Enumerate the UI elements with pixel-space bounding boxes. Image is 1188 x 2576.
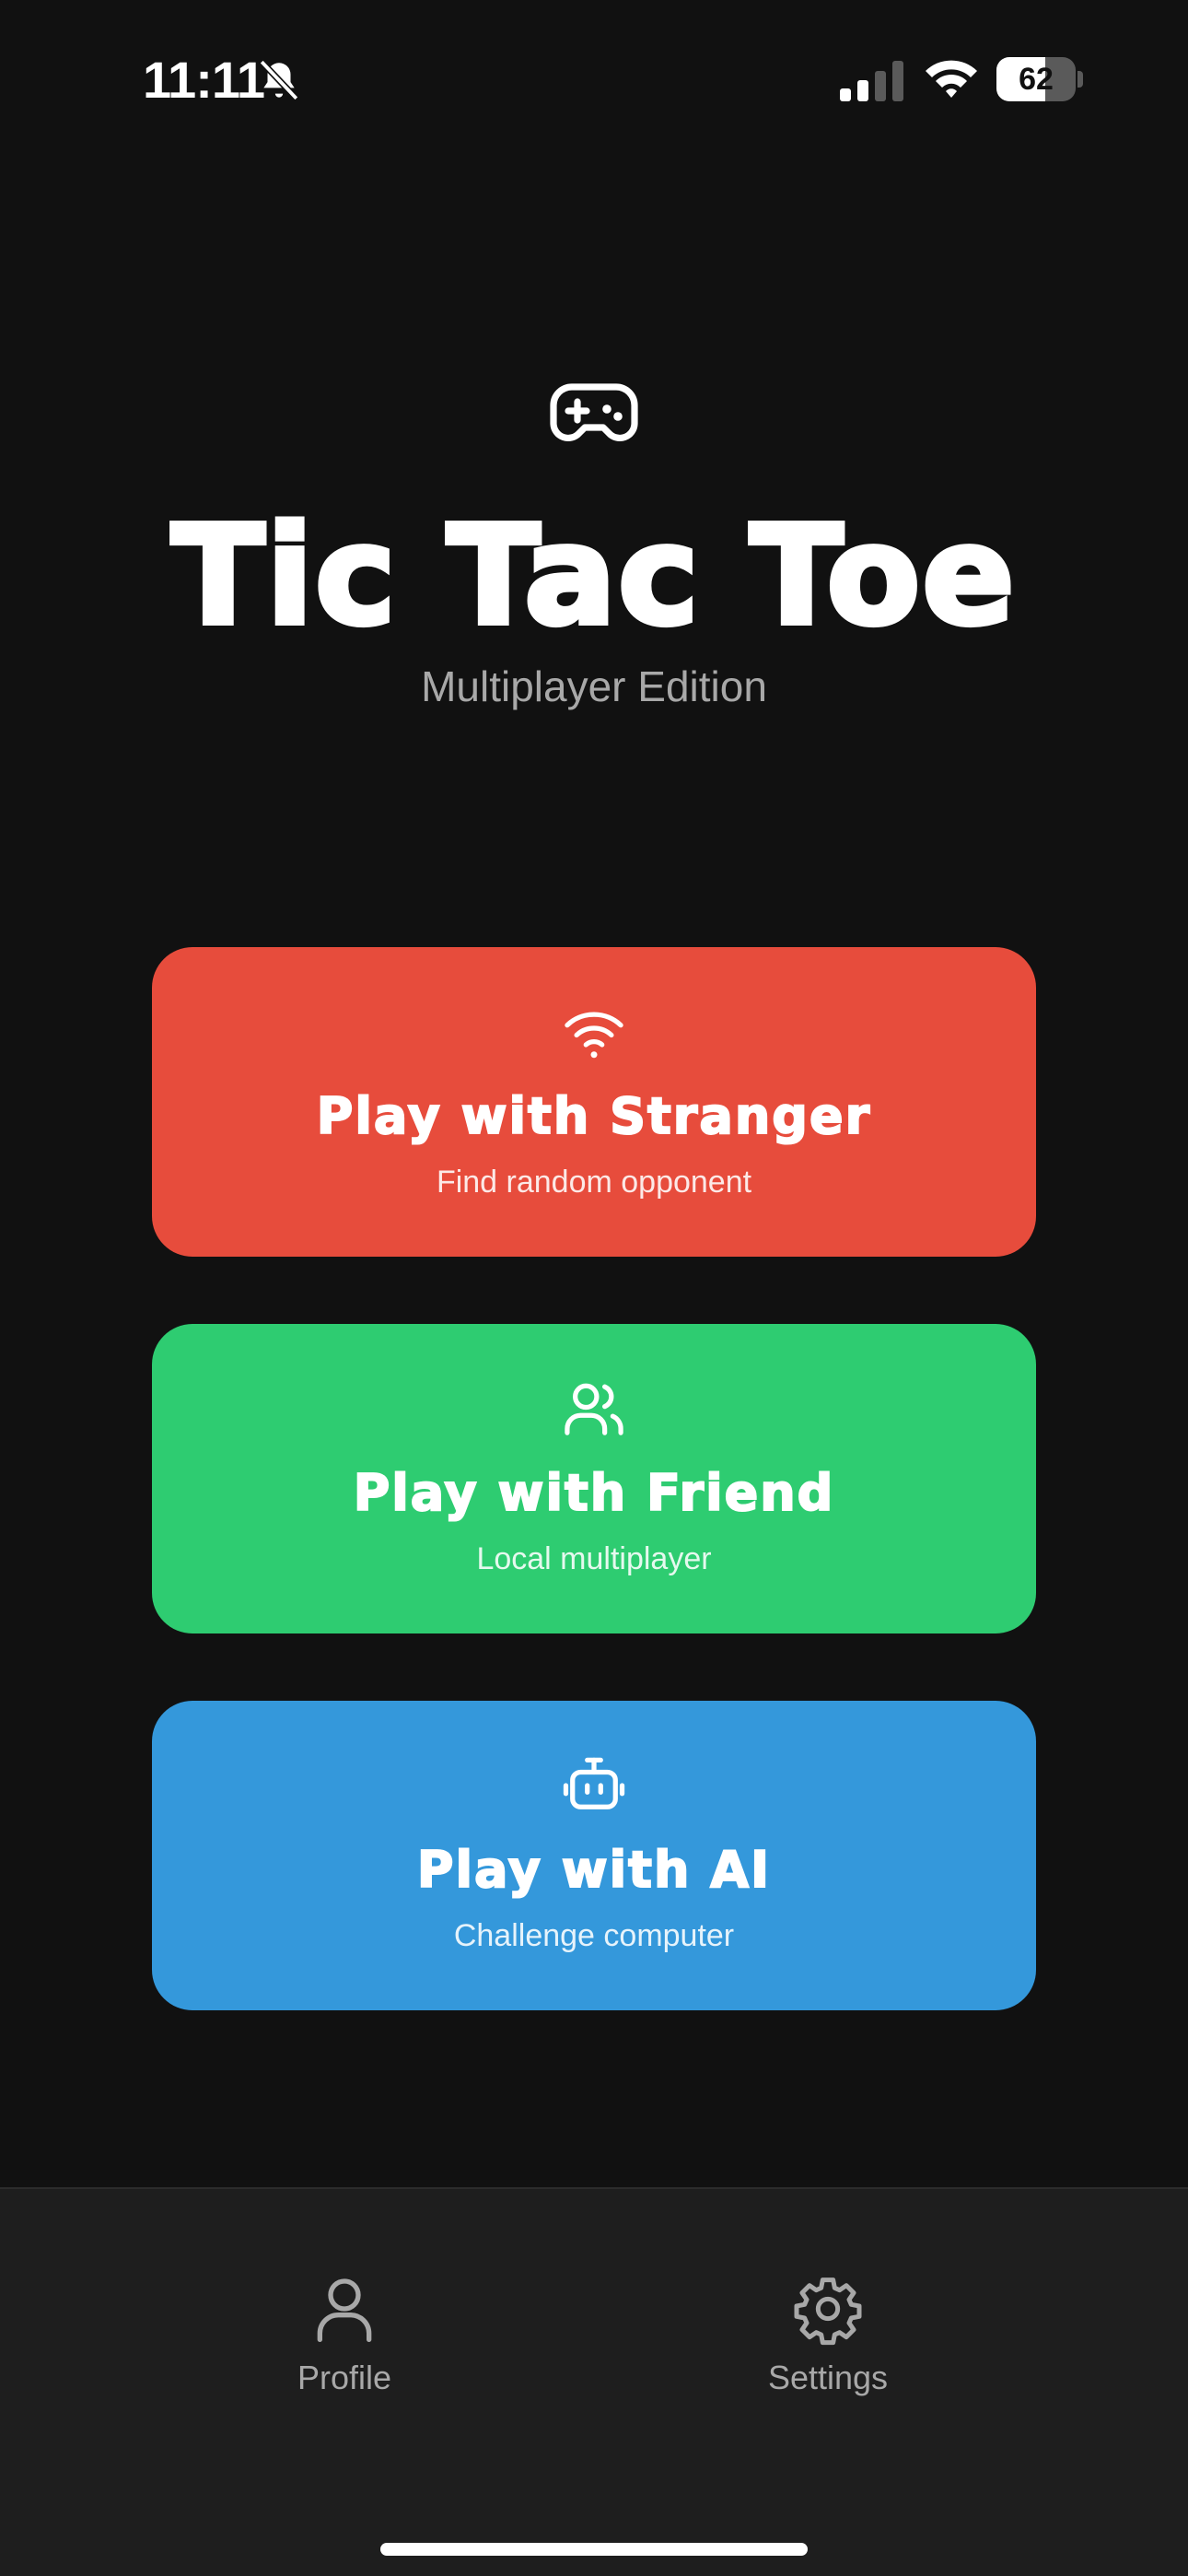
mode-label: Play with AI [416, 1840, 772, 1900]
status-time: 11:11 [143, 51, 265, 109]
bell-slash-icon [259, 59, 299, 101]
robot-icon [563, 1757, 625, 1809]
tab-settings[interactable]: Settings [717, 2272, 938, 2438]
play-with-stranger-button[interactable]: Play with Stranger Find random opponent [152, 947, 1036, 1257]
gear-icon [794, 2277, 862, 2346]
play-with-friend-button[interactable]: Play with Friend Local multiplayer [152, 1324, 1036, 1633]
app-title: Tic Tac Toe [169, 495, 1017, 657]
gamepad-icon [550, 383, 638, 442]
home-indicator[interactable] [380, 2543, 808, 2556]
user-icon [317, 2278, 372, 2342]
cellular-signal-icon [840, 61, 903, 101]
status-bar: 11:11 62 [0, 0, 1188, 157]
mode-sublabel: Challenge computer [453, 1918, 735, 1953]
tab-label: Settings [767, 2359, 889, 2396]
mode-sublabel: Find random opponent [436, 1165, 752, 1200]
mode-sublabel: Local multiplayer [476, 1541, 712, 1576]
users-icon [565, 1383, 623, 1435]
app-subtitle: Multiplayer Edition [421, 662, 767, 710]
battery-level: 62 [1019, 62, 1054, 97]
play-with-ai-button[interactable]: Play with AI Challenge computer [152, 1701, 1036, 2010]
tab-profile[interactable]: Profile [234, 2272, 455, 2438]
tab-label: Profile [297, 2359, 392, 2396]
tab-bar: Profile Settings [0, 2187, 1188, 2576]
mode-label: Play with Stranger [316, 1086, 872, 1146]
wifi-icon [565, 1012, 623, 1059]
wifi-icon [926, 60, 977, 98]
battery-icon: 62 [996, 57, 1083, 101]
mode-label: Play with Friend [353, 1463, 835, 1523]
main-menu-screen: 11:11 62 Tic Tac Toe Multiplayer Edition… [0, 0, 1188, 2576]
